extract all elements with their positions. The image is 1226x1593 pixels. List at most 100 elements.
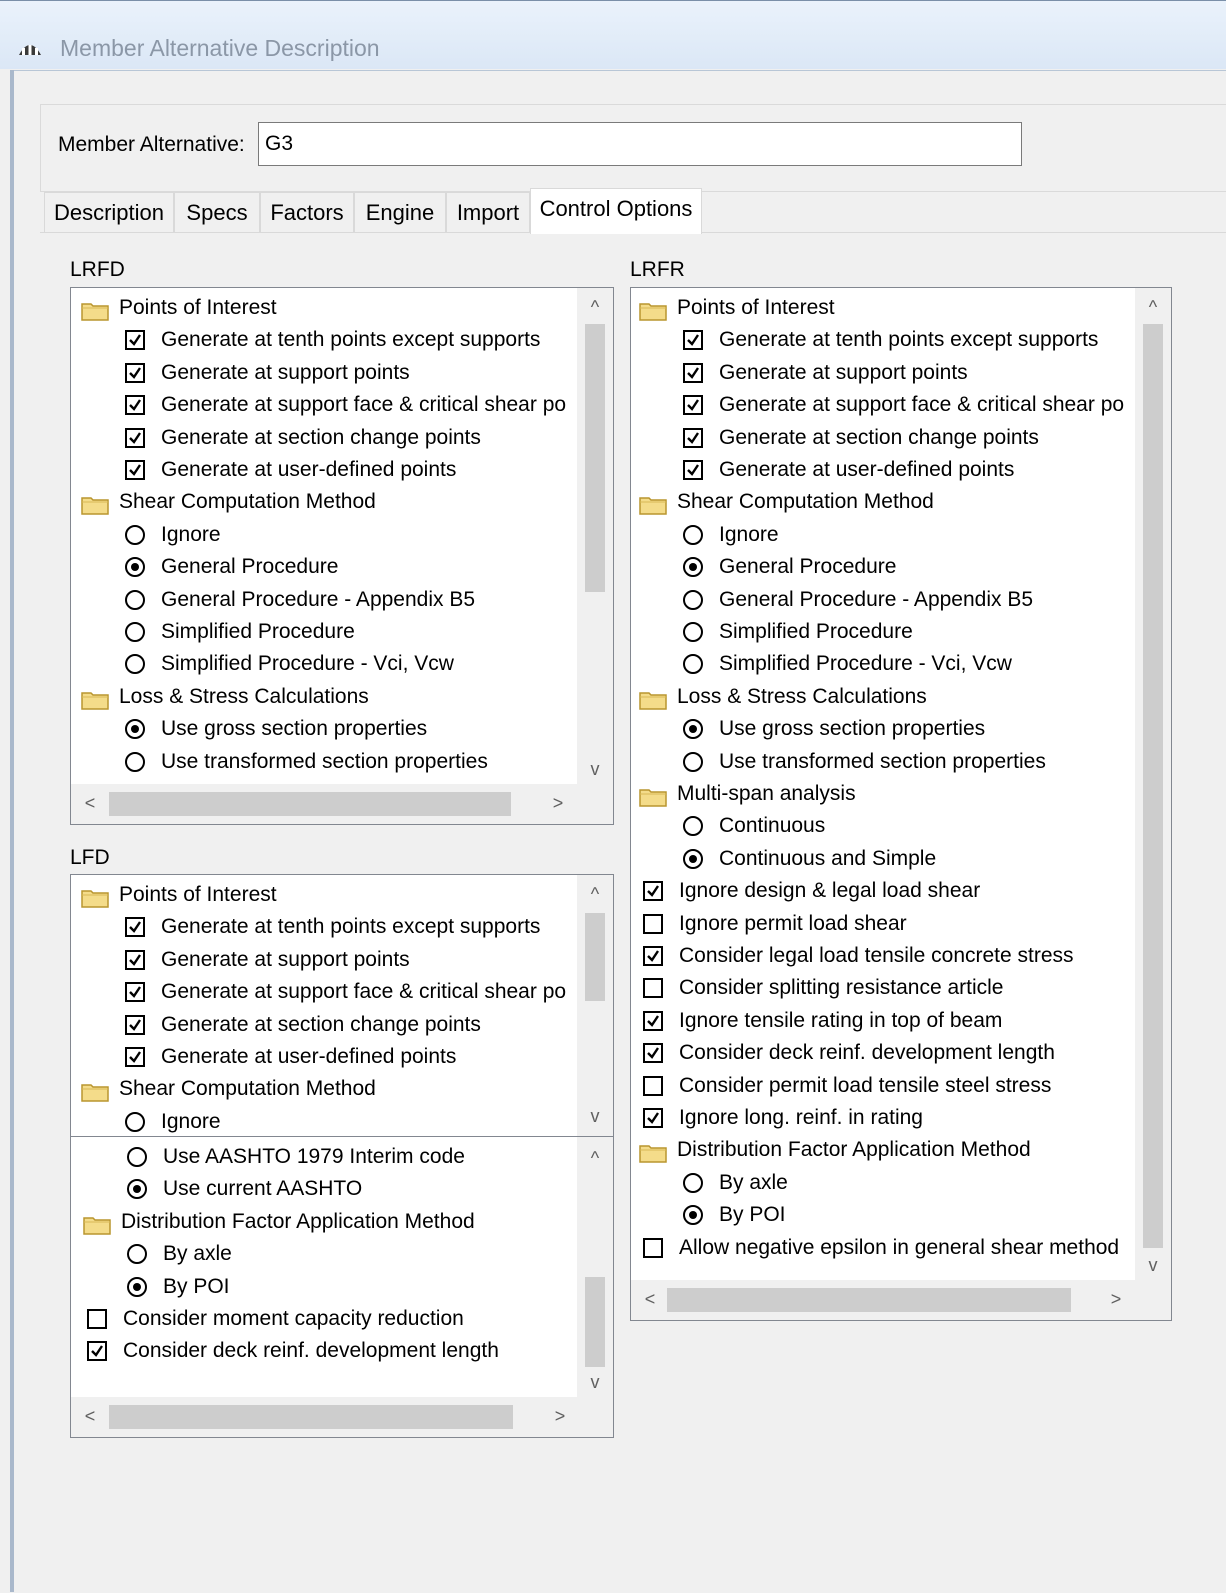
scroll-up-icon[interactable]: ^ [580,292,610,322]
checkbox-checked[interactable] [87,1341,107,1362]
scroll-right-icon[interactable]: > [545,1401,575,1431]
lrfd-horizontal-scrollbar[interactable]: < > [71,784,613,824]
tree-option-generate-at-support-face-critical-shear-po[interactable]: Generate at support face & critical shea… [679,389,1135,421]
checkbox-unchecked[interactable] [643,978,663,999]
lfd-vertical-thumb[interactable] [585,913,605,1001]
radio-selected[interactable] [683,848,703,869]
lrfr-horizontal-thumb[interactable] [667,1288,1071,1312]
tree-option-ignore[interactable]: Ignore [121,1106,577,1137]
tree-option-generate-at-support-face-critical-shear-po[interactable]: Generate at support face & critical shea… [121,976,577,1008]
tree-option-generate-at-tenth-points-except-supports[interactable]: Generate at tenth points except supports [121,911,577,943]
tree-option-use-aashto-1979-interim-code[interactable]: Use AASHTO 1979 Interim code [123,1141,577,1173]
tree-folder-loss-stress-calculations[interactable]: Loss & Stress Calculations [81,681,577,713]
checkbox-unchecked[interactable] [643,1237,663,1258]
tree-option-general-procedure-appendix-b5[interactable]: General Procedure - Appendix B5 [121,584,577,616]
checkbox-unchecked[interactable] [643,913,663,934]
tree-option-consider-legal-load-tensile-concrete-stress[interactable]: Consider legal load tensile concrete str… [639,940,1135,972]
lrfd-horizontal-thumb[interactable] [109,792,511,816]
tree-option-generate-at-tenth-points-except-supports[interactable]: Generate at tenth points except supports [679,324,1135,356]
tree-option-general-procedure[interactable]: General Procedure [679,551,1135,583]
radio-unselected[interactable] [125,589,145,610]
tree-option-allow-negative-epsilon-in-general-shear-method[interactable]: Allow negative epsilon in general shear … [639,1232,1135,1264]
checkbox-checked[interactable] [125,362,145,383]
lfd-vertical-scrollbar[interactable]: ^ v [577,875,613,1137]
checkbox-checked[interactable] [643,881,663,902]
radio-unselected[interactable] [125,524,145,545]
tree-option-generate-at-tenth-points-except-supports[interactable]: Generate at tenth points except supports [121,324,577,356]
tree-option-consider-deck-reinf-development-length[interactable]: Consider deck reinf. development length [83,1335,577,1367]
tree-option-ignore-tensile-rating-in-top-of-beam[interactable]: Ignore tensile rating in top of beam [639,1005,1135,1037]
tab-factors[interactable]: Factors [260,192,354,232]
checkbox-checked[interactable] [125,982,145,1003]
lfd-horizontal-thumb[interactable] [109,1405,513,1429]
checkbox-checked[interactable] [125,427,145,448]
tab-specs[interactable]: Specs [174,192,260,232]
scroll-left-icon[interactable]: < [75,1401,105,1431]
tree-option-generate-at-section-change-points[interactable]: Generate at section change points [121,422,577,454]
tree-option-consider-moment-capacity-reduction[interactable]: Consider moment capacity reduction [83,1303,577,1335]
tree-option-general-procedure-appendix-b5[interactable]: General Procedure - Appendix B5 [679,584,1135,616]
tab-control-options[interactable]: Control Options [530,188,702,234]
tree-option-generate-at-user-defined-points[interactable]: Generate at user-defined points [121,454,577,486]
radio-unselected[interactable] [127,1147,147,1167]
scroll-left-icon[interactable]: < [635,1284,665,1314]
radio-unselected[interactable] [683,589,703,610]
radio-unselected[interactable] [683,622,703,642]
tree-option-ignore-permit-load-shear[interactable]: Ignore permit load shear [639,908,1135,940]
checkbox-checked[interactable] [643,1010,663,1031]
tree-option-ignore-design-legal-load-shear[interactable]: Ignore design & legal load shear [639,875,1135,907]
lrfd-vertical-scrollbar[interactable]: ^ v [577,288,613,786]
radio-unselected[interactable] [125,1111,145,1132]
tree-option-use-transformed-section-properties[interactable]: Use transformed section properties [679,746,1135,778]
checkbox-checked[interactable] [643,1108,663,1128]
tree-option-ignore-long-reinf-in-rating[interactable]: Ignore long. reinf. in rating [639,1102,1135,1134]
radio-selected[interactable] [683,719,703,740]
checkbox-checked[interactable] [683,330,703,351]
tree-option-generate-at-support-points[interactable]: Generate at support points [121,944,577,976]
tree-folder-shear-computation-method[interactable]: Shear Computation Method [639,486,1135,518]
tree-option-generate-at-support-face-critical-shear-po[interactable]: Generate at support face & critical shea… [121,389,577,421]
lrfd-tree[interactable]: Points of Interest Generate at tenth poin… [70,287,614,825]
tree-option-by-axle[interactable]: By axle [123,1238,577,1270]
scroll-left-icon[interactable]: < [75,788,105,818]
tree-option-use-current-aashto[interactable]: Use current AASHTO [123,1173,577,1205]
tree-folder-loss-stress-calculations[interactable]: Loss & Stress Calculations [639,681,1135,713]
lrfr-vertical-scrollbar[interactable]: ^ v [1135,288,1171,1282]
tree-option-generate-at-user-defined-points[interactable]: Generate at user-defined points [679,454,1135,486]
radio-selected[interactable] [125,719,145,740]
tree-option-ignore[interactable]: Ignore [121,519,577,551]
checkbox-checked[interactable] [125,460,145,480]
tree-option-simplified-procedure-vci-vcw[interactable]: Simplified Procedure - Vci, Vcw [121,648,577,680]
lfd-lower-vertical-scrollbar[interactable]: ^ v [577,1137,613,1399]
checkbox-checked[interactable] [683,362,703,383]
radio-unselected[interactable] [125,751,145,772]
checkbox-checked[interactable] [125,949,145,970]
tab-engine[interactable]: Engine [354,192,446,232]
tree-option-consider-splitting-resistance-article[interactable]: Consider splitting resistance article [639,972,1135,1004]
tree-option-ignore[interactable]: Ignore [679,519,1135,551]
scroll-up-icon[interactable]: ^ [1138,292,1168,322]
lfd-tree-lower[interactable]: Use AASHTO 1979 Interim code Use current … [70,1136,614,1438]
tree-folder-distribution-factor-application-method[interactable]: Distribution Factor Application Method [639,1134,1135,1166]
tree-option-simplified-procedure[interactable]: Simplified Procedure [121,616,577,648]
scroll-down-icon[interactable]: v [580,754,610,784]
tree-option-continuous-and-simple[interactable]: Continuous and Simple [679,843,1135,875]
checkbox-checked[interactable] [683,427,703,448]
tree-option-by-axle[interactable]: By axle [679,1167,1135,1199]
radio-unselected[interactable] [683,751,703,772]
tree-option-simplified-procedure[interactable]: Simplified Procedure [679,616,1135,648]
tree-option-consider-deck-reinf-development-length[interactable]: Consider deck reinf. development length [639,1037,1135,1069]
radio-unselected[interactable] [127,1244,147,1265]
tree-option-simplified-procedure-vci-vcw[interactable]: Simplified Procedure - Vci, Vcw [679,648,1135,680]
lfd-horizontal-scrollbar[interactable]: < > [71,1397,613,1437]
member-alternative-input[interactable] [258,122,1022,166]
radio-selected[interactable] [127,1179,147,1200]
tree-folder-distribution-factor-application-method[interactable]: Distribution Factor Application Method [83,1206,577,1238]
tree-folder-shear-computation-method[interactable]: Shear Computation Method [81,1073,577,1105]
checkbox-checked[interactable] [683,395,703,416]
tree-option-by-poi[interactable]: By POI [123,1271,577,1303]
radio-unselected[interactable] [683,816,703,837]
tree-option-generate-at-support-points[interactable]: Generate at support points [679,357,1135,389]
checkbox-unchecked[interactable] [643,1075,663,1096]
scroll-up-icon[interactable]: ^ [580,1143,610,1173]
